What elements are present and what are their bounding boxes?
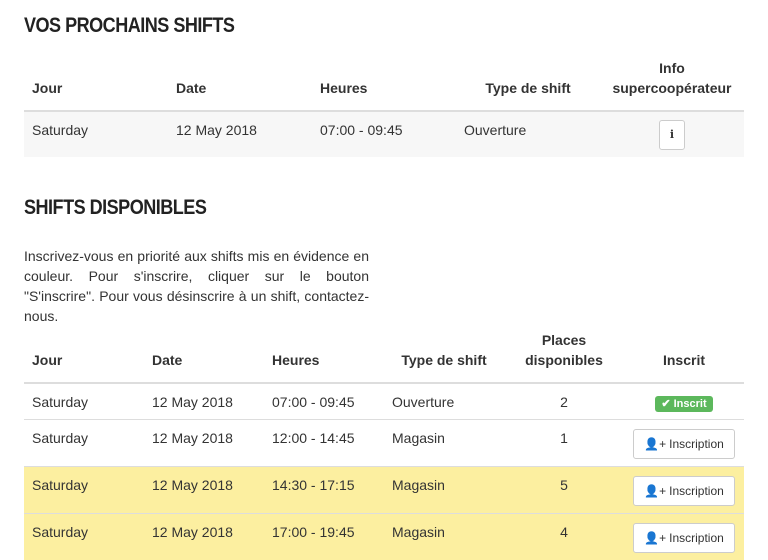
inscription-button[interactable]: 👤+ Inscription	[633, 475, 735, 506]
cell-places: 4	[560, 523, 568, 540]
cell-date: 12 May 2018	[152, 429, 233, 446]
cell-date: 12 May 2018	[176, 122, 257, 138]
check-icon: ✔	[661, 398, 671, 410]
inscription-label: Inscription	[669, 436, 724, 451]
col-header-date: Date	[168, 58, 312, 112]
inscription-button[interactable]: 👤+ Inscription	[633, 522, 735, 553]
col-header-info-line2: supercoopérateur	[612, 80, 732, 96]
cell-hours: 12:00 - 14:45	[272, 429, 355, 446]
table-row: Saturday 12 May 2018 14:30 - 17:15 Magas…	[24, 466, 744, 513]
cell-day: Saturday	[32, 122, 89, 138]
cell-day: Saturday	[32, 476, 89, 493]
table-row: Saturday 12 May 2018 12:00 - 14:45 Magas…	[24, 419, 744, 466]
cell-day: Saturday	[32, 394, 89, 410]
info-icon: i	[669, 128, 675, 141]
col-header-places: Places disponibles	[504, 330, 624, 384]
registered-badge-label: Inscrit	[673, 398, 707, 410]
available-shifts-title: Shifts disponibles	[24, 196, 207, 219]
cell-hours: 07:00 - 09:45	[272, 394, 355, 410]
cell-type: Ouverture	[464, 122, 527, 138]
next-shifts-table: Jour Date Heures Type de shift Info supe…	[24, 58, 744, 157]
col-header-places-line2: disponibles	[525, 352, 603, 368]
cell-places: 5	[560, 476, 568, 493]
cell-hours: 14:30 - 17:15	[272, 476, 355, 493]
inscription-label: Inscription	[669, 483, 724, 498]
available-shifts-table: Jour Date Heures Type de shift Places di…	[24, 330, 744, 560]
cell-day: Saturday	[32, 523, 89, 540]
cell-info: i	[600, 111, 744, 157]
cell-places: 2	[560, 394, 568, 410]
user-plus-icon: 👤+	[644, 530, 667, 545]
user-plus-icon: 👤+	[644, 483, 667, 498]
cell-date: 12 May 2018	[152, 476, 233, 493]
cell-type: Magasin	[392, 523, 445, 540]
table-row: Saturday 12 May 2018 07:00 - 09:45 Ouver…	[24, 383, 744, 419]
inscription-button[interactable]: 👤+ Inscription	[633, 428, 735, 459]
cell-action: 👤+ Inscription	[624, 466, 744, 513]
col-header-hours: Heures	[312, 58, 456, 112]
col-header-day: Jour	[24, 58, 168, 112]
user-plus-icon: 👤+	[644, 436, 667, 451]
col-header-type: Type de shift	[384, 330, 504, 384]
info-button[interactable]: i	[658, 120, 686, 150]
next-shifts-title: Vos prochains shifts	[24, 14, 235, 37]
col-header-registered: Inscrit	[624, 330, 744, 384]
col-header-type: Type de shift	[456, 58, 600, 112]
cell-day: Saturday	[32, 429, 89, 446]
cell-places: 1	[560, 429, 568, 446]
cell-type: Magasin	[392, 429, 445, 446]
col-header-day: Jour	[24, 330, 144, 384]
cell-date: 12 May 2018	[152, 523, 233, 540]
table-row: Saturday 12 May 2018 07:00 - 09:45 Ouver…	[24, 111, 744, 157]
inscription-label: Inscription	[669, 530, 724, 545]
cell-action: 👤+ Inscription	[624, 513, 744, 560]
cell-registered: ✔ Inscrit	[624, 383, 744, 419]
col-header-info: Info supercoopérateur	[600, 58, 744, 112]
cell-date: 12 May 2018	[152, 394, 233, 410]
registered-badge: ✔ Inscrit	[655, 396, 713, 412]
cell-type: Ouverture	[392, 394, 455, 410]
cell-hours: 17:00 - 19:45	[272, 523, 355, 540]
col-header-info-line1: Info	[659, 60, 685, 76]
col-header-date: Date	[144, 330, 264, 384]
table-row: Saturday 12 May 2018 17:00 - 19:45 Magas…	[24, 513, 744, 560]
cell-hours: 07:00 - 09:45	[320, 122, 403, 138]
col-header-places-line1: Places	[541, 332, 587, 348]
cell-action: 👤+ Inscription	[624, 419, 744, 466]
intro-text: Inscrivez-vous en priorité aux shifts mi…	[24, 248, 369, 324]
cell-type: Magasin	[392, 476, 445, 493]
col-header-hours: Heures	[264, 330, 384, 384]
